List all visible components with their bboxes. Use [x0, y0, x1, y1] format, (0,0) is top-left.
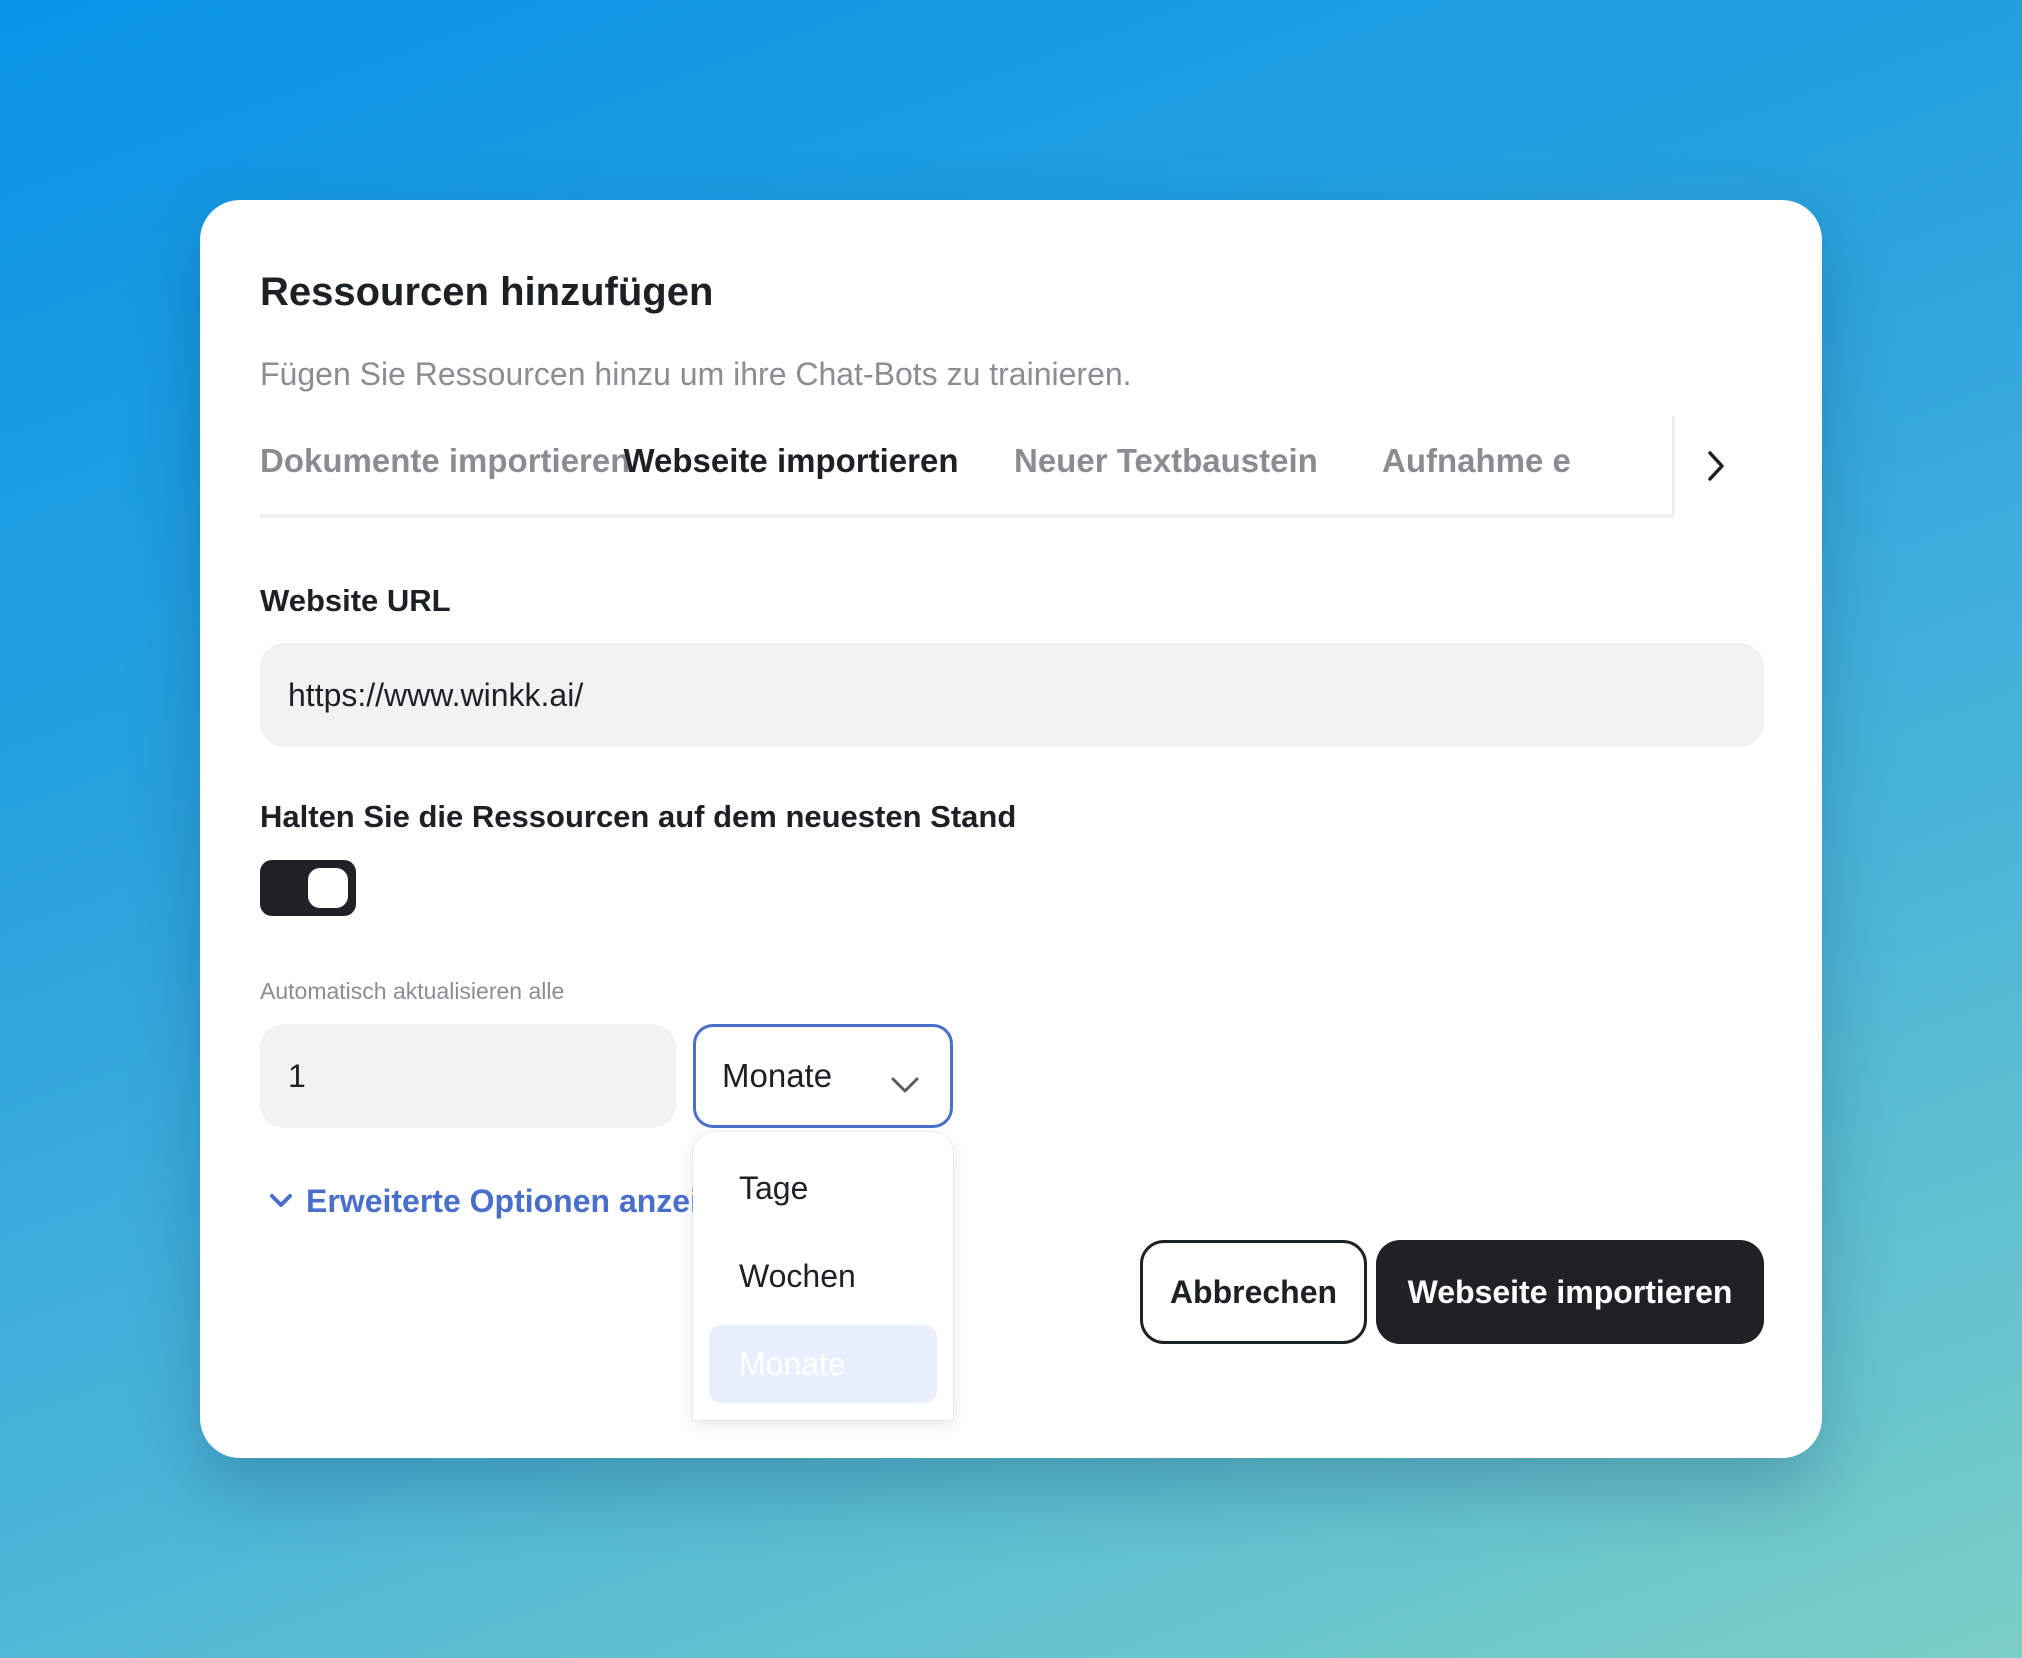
- add-resources-dialog: Ressourcen hinzufügen Fügen Sie Ressourc…: [200, 200, 1822, 1458]
- keep-updated-label: Halten Sie die Ressourcen auf dem neuest…: [260, 799, 1017, 834]
- tab-website-import[interactable]: Webseite importieren: [592, 418, 990, 514]
- interval-unit-dropdown: Tage Wochen Monate: [693, 1132, 953, 1420]
- auto-update-label: Automatisch aktualisieren alle: [260, 978, 565, 1004]
- chevron-down-icon: [890, 1065, 920, 1103]
- tab-documents-import[interactable]: Dokumente importieren: [260, 418, 630, 514]
- tab-recording[interactable]: Aufnahme e: [1354, 418, 1674, 514]
- tabs-divider: [1672, 416, 1675, 514]
- import-website-button[interactable]: Webseite importieren: [1376, 1240, 1764, 1344]
- chevron-right-icon: [1705, 449, 1727, 488]
- dialog-title: Ressourcen hinzufügen: [260, 270, 714, 314]
- tab-bar: Dokumente importieren Webseite importier…: [260, 418, 1674, 518]
- keep-updated-toggle[interactable]: [260, 860, 356, 916]
- interval-value-input[interactable]: 1: [260, 1024, 676, 1128]
- advanced-options-toggle[interactable]: Erweiterte Optionen anzeigen: [268, 1178, 756, 1224]
- dialog-subtitle: Fügen Sie Ressourcen hinzu um ihre Chat-…: [260, 356, 1132, 392]
- option-days[interactable]: Tage: [709, 1149, 937, 1227]
- toggle-knob: [308, 868, 348, 908]
- advanced-options-label: Erweiterte Optionen anzeigen: [306, 1182, 756, 1219]
- chevron-down-icon: [268, 1192, 294, 1210]
- website-url-label: Website URL: [260, 583, 451, 618]
- option-months[interactable]: Monate: [709, 1325, 937, 1403]
- tabs-next-button[interactable]: [1694, 446, 1738, 490]
- option-weeks[interactable]: Wochen: [709, 1237, 937, 1315]
- cancel-button[interactable]: Abbrechen: [1140, 1240, 1367, 1344]
- interval-unit-value: Monate: [722, 1057, 833, 1094]
- interval-unit-select[interactable]: Monate: [693, 1024, 953, 1128]
- tab-new-text-snippet[interactable]: Neuer Textbaustein: [1014, 418, 1318, 514]
- website-url-input[interactable]: https://www.winkk.ai/: [260, 643, 1764, 747]
